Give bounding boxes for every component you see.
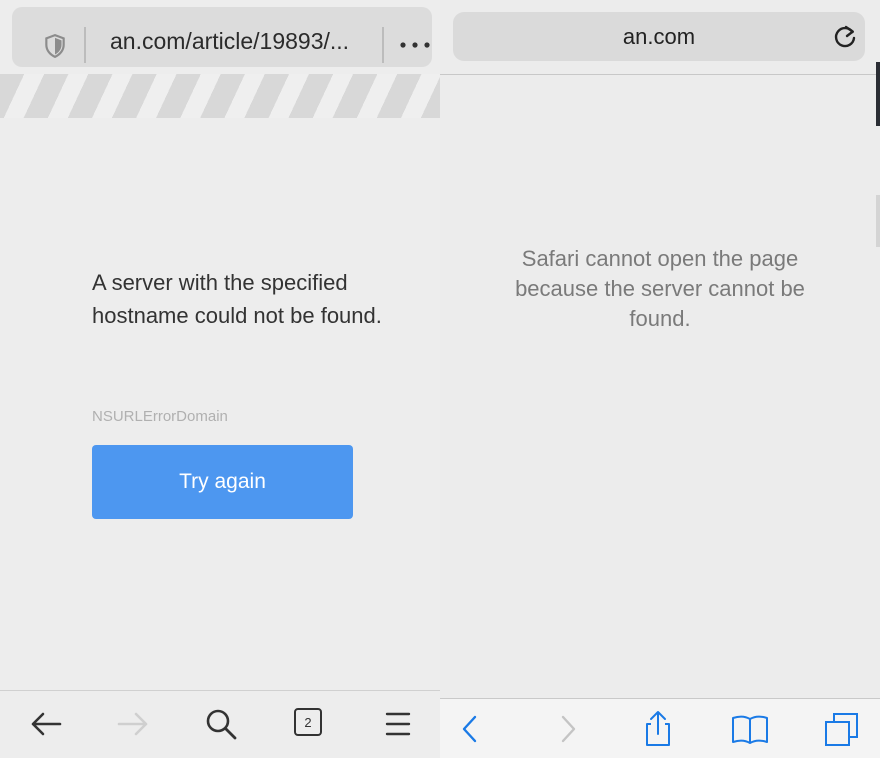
shield-icon[interactable] [42, 33, 68, 59]
error-message: Safari cannot open the page because the … [515, 246, 805, 331]
reload-icon[interactable] [831, 23, 859, 51]
back-arrow-icon[interactable] [26, 705, 66, 745]
url-text[interactable]: an.com [453, 24, 865, 50]
error-message: A server with the specified hostname cou… [92, 270, 382, 328]
header-divider [440, 74, 880, 75]
forward-arrow-icon[interactable] [114, 705, 154, 745]
bottom-toolbar: 2 [0, 690, 440, 758]
more-dots-icon[interactable] [398, 35, 432, 55]
try-again-button[interactable]: Try again [92, 445, 353, 519]
address-bar-divider [84, 27, 86, 63]
bottom-toolbar [440, 698, 880, 758]
tabs-button[interactable]: 2 [291, 705, 331, 745]
url-text[interactable]: an.com/article/19893/... [110, 28, 370, 55]
menu-icon[interactable] [378, 705, 418, 745]
search-icon[interactable] [202, 705, 242, 745]
error-domain: NSURLErrorDomain [92, 408, 228, 425]
firefox-browser-panel: an.com/article/19893/... A server with t… [0, 0, 440, 758]
address-bar-divider [382, 27, 384, 63]
address-bar[interactable]: an.com [453, 12, 865, 61]
bookmarks-icon[interactable] [730, 709, 770, 749]
address-bar[interactable]: an.com/article/19893/... [12, 7, 432, 67]
back-chevron-icon[interactable] [452, 709, 492, 749]
tab-count: 2 [294, 708, 322, 736]
scroll-indicator [876, 195, 880, 247]
tabs-icon[interactable] [822, 709, 862, 749]
safari-browser-panel: an.com Safari cannot open the page becau… [440, 0, 880, 758]
loading-stripes [0, 74, 440, 118]
forward-chevron-icon[interactable] [546, 709, 586, 749]
share-icon[interactable] [638, 709, 678, 749]
scroll-indicator [876, 62, 880, 126]
